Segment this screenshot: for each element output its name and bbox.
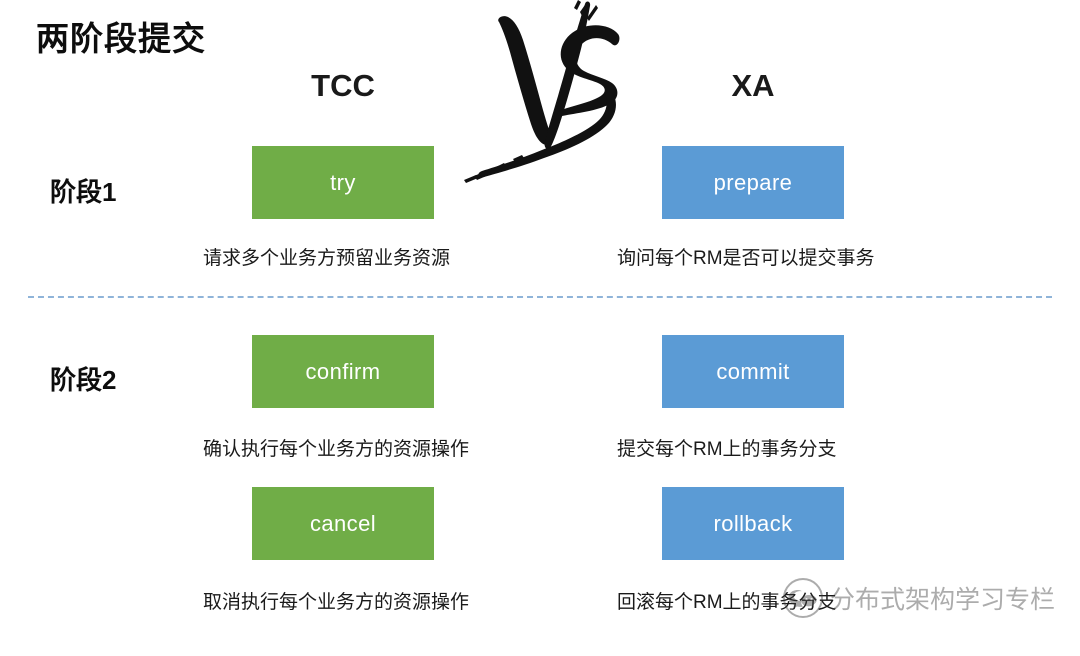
action-box-label: prepare xyxy=(713,169,793,195)
vs-brush-icon xyxy=(444,0,666,185)
action-box-label: rollback xyxy=(713,510,793,536)
action-box-label: confirm xyxy=(305,358,381,384)
action-box-try[interactable]: try xyxy=(252,146,434,219)
page-title: 两阶段提交 xyxy=(36,20,206,57)
action-box-commit[interactable]: commit xyxy=(662,335,844,408)
action-box-label: commit xyxy=(716,358,790,384)
action-box-rollback[interactable]: rollback xyxy=(662,487,844,560)
caption-confirm: 确认执行每个业务方的资源操作 xyxy=(203,439,470,460)
stage-divider xyxy=(28,296,1052,298)
column-header-xa: XA xyxy=(731,68,775,103)
action-box-label: cancel xyxy=(310,510,376,536)
action-box-confirm[interactable]: confirm xyxy=(252,335,434,408)
action-box-label: try xyxy=(330,169,356,195)
stage-label-2: 阶段2 xyxy=(50,365,117,395)
action-box-cancel[interactable]: cancel xyxy=(252,487,434,560)
caption-commit: 提交每个RM上的事务分支 xyxy=(617,439,837,460)
column-header-tcc: TCC xyxy=(311,68,375,103)
stage-label-1: 阶段1 xyxy=(50,177,117,207)
caption-rollback: 回滚每个RM上的事务分支 xyxy=(617,592,837,613)
caption-prepare: 询问每个RM是否可以提交事务 xyxy=(617,248,875,269)
slide-canvas: 两阶段提交 TCC XA 阶段1 阶段2 try 请求多个业务方预留业务资源 p… xyxy=(0,0,1080,656)
caption-cancel: 取消执行每个业务方的资源操作 xyxy=(203,592,470,613)
caption-try: 请求多个业务方预留业务资源 xyxy=(203,248,451,269)
action-box-prepare[interactable]: prepare xyxy=(662,146,844,219)
